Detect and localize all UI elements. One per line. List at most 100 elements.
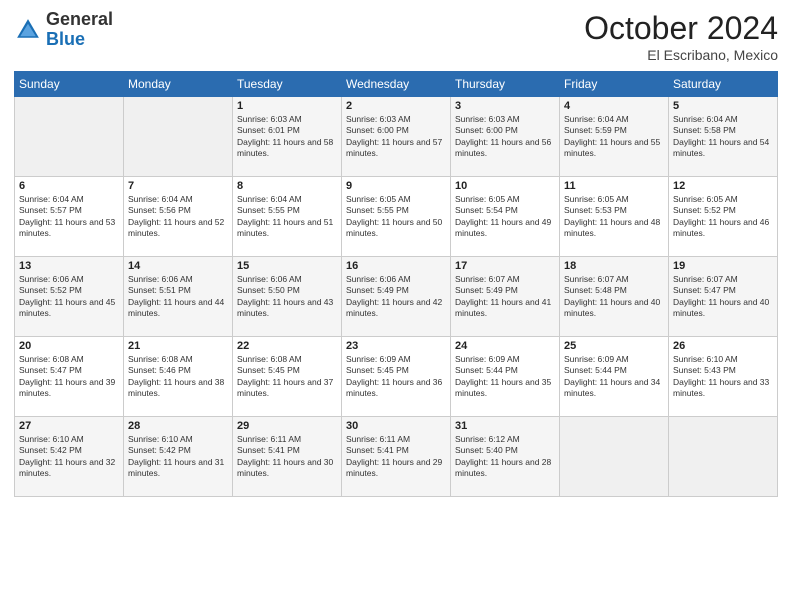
day-number: 20 — [19, 340, 119, 352]
calendar-week-2: 6 Sunrise: 6:04 AM Sunset: 5:57 PM Daylig… — [15, 177, 778, 257]
day-number: 13 — [19, 260, 119, 272]
calendar-cell: 22 Sunrise: 6:08 AM Sunset: 5:45 PM Dayli… — [233, 337, 342, 417]
day-info: Sunrise: 6:07 AM Sunset: 5:48 PM Dayligh… — [564, 274, 664, 320]
day-number: 28 — [128, 420, 228, 432]
day-number: 12 — [673, 180, 773, 192]
logo-blue: Blue — [46, 29, 85, 49]
day-number: 18 — [564, 260, 664, 272]
day-number: 19 — [673, 260, 773, 272]
day-info: Sunrise: 6:06 AM Sunset: 5:49 PM Dayligh… — [346, 274, 446, 320]
day-number: 27 — [19, 420, 119, 432]
day-number: 15 — [237, 260, 337, 272]
day-number: 21 — [128, 340, 228, 352]
day-number: 1 — [237, 100, 337, 112]
day-number: 26 — [673, 340, 773, 352]
month-title: October 2024 — [584, 10, 778, 47]
day-number: 25 — [564, 340, 664, 352]
calendar-cell — [124, 97, 233, 177]
calendar-cell: 28 Sunrise: 6:10 AM Sunset: 5:42 PM Dayli… — [124, 417, 233, 497]
day-header-sunday: Sunday — [15, 72, 124, 97]
day-info: Sunrise: 6:05 AM Sunset: 5:53 PM Dayligh… — [564, 194, 664, 240]
day-info: Sunrise: 6:07 AM Sunset: 5:49 PM Dayligh… — [455, 274, 555, 320]
calendar-cell: 16 Sunrise: 6:06 AM Sunset: 5:49 PM Dayli… — [342, 257, 451, 337]
day-header-thursday: Thursday — [451, 72, 560, 97]
calendar-cell: 27 Sunrise: 6:10 AM Sunset: 5:42 PM Dayli… — [15, 417, 124, 497]
day-number: 4 — [564, 100, 664, 112]
calendar-cell: 17 Sunrise: 6:07 AM Sunset: 5:49 PM Dayli… — [451, 257, 560, 337]
calendar-cell: 10Sunrise: 6:05 AM Sunset: 5:54 PM Dayli… — [451, 177, 560, 257]
calendar-cell: 15Sunrise: 6:06 AM Sunset: 5:50 PM Dayli… — [233, 257, 342, 337]
day-info: Sunrise: 6:04 AM Sunset: 5:58 PM Dayligh… — [673, 114, 773, 160]
day-info: Sunrise: 6:09 AM Sunset: 5:44 PM Dayligh… — [564, 354, 664, 400]
day-number: 16 — [346, 260, 446, 272]
calendar-cell: 3 Sunrise: 6:03 AM Sunset: 6:00 PM Daylig… — [451, 97, 560, 177]
calendar-cell: 9 Sunrise: 6:05 AM Sunset: 5:55 PM Daylig… — [342, 177, 451, 257]
day-info: Sunrise: 6:03 AM Sunset: 6:00 PM Dayligh… — [346, 114, 446, 160]
day-info: Sunrise: 6:10 AM Sunset: 5:42 PM Dayligh… — [128, 434, 228, 480]
day-info: Sunrise: 6:09 AM Sunset: 5:45 PM Dayligh… — [346, 354, 446, 400]
day-info: Sunrise: 6:10 AM Sunset: 5:43 PM Dayligh… — [673, 354, 773, 400]
day-info: Sunrise: 6:08 AM Sunset: 5:46 PM Dayligh… — [128, 354, 228, 400]
calendar-cell: 11 Sunrise: 6:05 AM Sunset: 5:53 PM Dayli… — [560, 177, 669, 257]
day-number: 6 — [19, 180, 119, 192]
calendar-cell — [15, 97, 124, 177]
day-info: Sunrise: 6:11 AM Sunset: 5:41 PM Dayligh… — [237, 434, 337, 480]
calendar-cell: 14 Sunrise: 6:06 AM Sunset: 5:51 PM Dayli… — [124, 257, 233, 337]
day-number: 29 — [237, 420, 337, 432]
day-info: Sunrise: 6:10 AM Sunset: 5:42 PM Dayligh… — [19, 434, 119, 480]
location-subtitle: El Escribano, Mexico — [584, 47, 778, 63]
day-info: Sunrise: 6:04 AM Sunset: 5:57 PM Dayligh… — [19, 194, 119, 240]
calendar-cell: 2Sunrise: 6:03 AM Sunset: 6:00 PM Daylig… — [342, 97, 451, 177]
day-number: 11 — [564, 180, 664, 192]
calendar-table: SundayMondayTuesdayWednesdayThursdayFrid… — [14, 71, 778, 497]
title-area: October 2024 El Escribano, Mexico — [584, 10, 778, 63]
calendar-cell: 7Sunrise: 6:04 AM Sunset: 5:56 PM Daylig… — [124, 177, 233, 257]
day-header-friday: Friday — [560, 72, 669, 97]
calendar-cell: 26 Sunrise: 6:10 AM Sunset: 5:43 PM Dayli… — [669, 337, 778, 417]
calendar-cell: 30Sunrise: 6:11 AM Sunset: 5:41 PM Dayli… — [342, 417, 451, 497]
calendar-cell: 18 Sunrise: 6:07 AM Sunset: 5:48 PM Dayli… — [560, 257, 669, 337]
logo: General Blue — [14, 10, 113, 50]
calendar-cell: 6 Sunrise: 6:04 AM Sunset: 5:57 PM Daylig… — [15, 177, 124, 257]
calendar-cell: 5 Sunrise: 6:04 AM Sunset: 5:58 PM Daylig… — [669, 97, 778, 177]
day-info: Sunrise: 6:06 AM Sunset: 5:51 PM Dayligh… — [128, 274, 228, 320]
calendar-cell — [669, 417, 778, 497]
calendar-cell — [560, 417, 669, 497]
day-header-wednesday: Wednesday — [342, 72, 451, 97]
day-info: Sunrise: 6:11 AM Sunset: 5:41 PM Dayligh… — [346, 434, 446, 480]
day-info: Sunrise: 6:05 AM Sunset: 5:52 PM Dayligh… — [673, 194, 773, 240]
day-info: Sunrise: 6:03 AM Sunset: 6:00 PM Dayligh… — [455, 114, 555, 160]
calendar-cell: 13 Sunrise: 6:06 AM Sunset: 5:52 PM Dayli… — [15, 257, 124, 337]
day-number: 24 — [455, 340, 555, 352]
day-info: Sunrise: 6:07 AM Sunset: 5:47 PM Dayligh… — [673, 274, 773, 320]
day-number: 3 — [455, 100, 555, 112]
day-info: Sunrise: 6:04 AM Sunset: 5:59 PM Dayligh… — [564, 114, 664, 160]
header: General Blue October 2024 El Escribano, … — [14, 10, 778, 63]
day-header-tuesday: Tuesday — [233, 72, 342, 97]
day-info: Sunrise: 6:12 AM Sunset: 5:40 PM Dayligh… — [455, 434, 555, 480]
day-number: 31 — [455, 420, 555, 432]
calendar-week-4: 20Sunrise: 6:08 AM Sunset: 5:47 PM Dayli… — [15, 337, 778, 417]
calendar-cell: 19 Sunrise: 6:07 AM Sunset: 5:47 PM Dayli… — [669, 257, 778, 337]
calendar-cell: 4 Sunrise: 6:04 AM Sunset: 5:59 PM Daylig… — [560, 97, 669, 177]
day-number: 14 — [128, 260, 228, 272]
day-info: Sunrise: 6:05 AM Sunset: 5:54 PM Dayligh… — [455, 194, 555, 240]
day-info: Sunrise: 6:05 AM Sunset: 5:55 PM Dayligh… — [346, 194, 446, 240]
logo-text: General Blue — [46, 10, 113, 50]
day-header-saturday: Saturday — [669, 72, 778, 97]
day-number: 7 — [128, 180, 228, 192]
day-number: 9 — [346, 180, 446, 192]
calendar-header-row: SundayMondayTuesdayWednesdayThursdayFrid… — [15, 72, 778, 97]
day-info: Sunrise: 6:08 AM Sunset: 5:45 PM Dayligh… — [237, 354, 337, 400]
calendar-week-5: 27 Sunrise: 6:10 AM Sunset: 5:42 PM Dayli… — [15, 417, 778, 497]
day-number: 5 — [673, 100, 773, 112]
day-number: 22 — [237, 340, 337, 352]
page-container: General Blue October 2024 El Escribano, … — [0, 0, 792, 612]
day-header-monday: Monday — [124, 72, 233, 97]
calendar-cell: 24 Sunrise: 6:09 AM Sunset: 5:44 PM Dayli… — [451, 337, 560, 417]
day-info: Sunrise: 6:06 AM Sunset: 5:52 PM Dayligh… — [19, 274, 119, 320]
logo-icon — [14, 16, 42, 44]
day-info: Sunrise: 6:09 AM Sunset: 5:44 PM Dayligh… — [455, 354, 555, 400]
day-number: 17 — [455, 260, 555, 272]
calendar-cell: 12 Sunrise: 6:05 AM Sunset: 5:52 PM Dayli… — [669, 177, 778, 257]
